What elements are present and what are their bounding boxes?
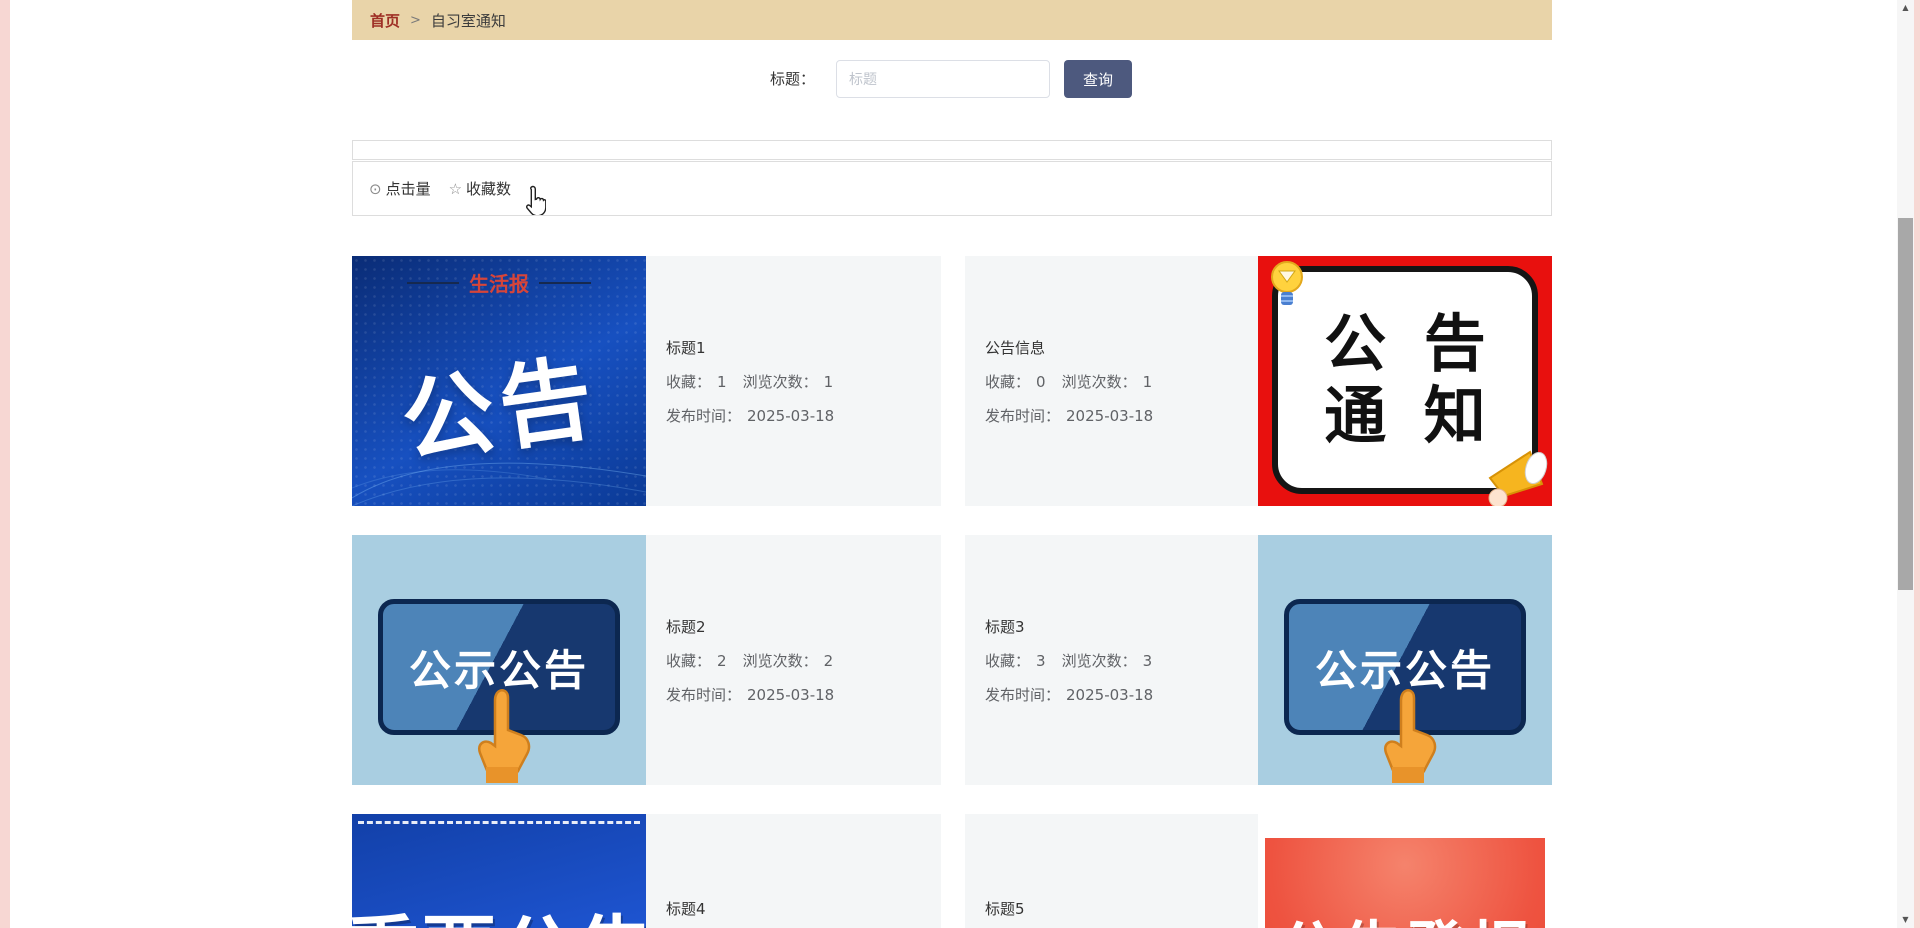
breadcrumb: 首页 > 自习室通知 bbox=[352, 0, 1552, 40]
card-stats: 收藏： 0 浏览次数： 1 bbox=[985, 372, 1153, 391]
breadcrumb-separator: > bbox=[410, 12, 421, 28]
card-stats: 收藏： 2 浏览次数： 2 bbox=[666, 651, 834, 670]
card-text: 标题5 bbox=[965, 814, 1258, 928]
card-text: 标题3 收藏： 3 浏览次数： 3 发布时间： 2025-03-18 bbox=[965, 535, 1258, 785]
notice-image-gonggao-dengbao: 公告登报 bbox=[1258, 814, 1552, 928]
notice-card[interactable]: 公示公告 标题2 收藏： 2 浏览次数： 2 发布时间： 2025-03-18 bbox=[352, 535, 941, 785]
card-title: 公告信息 bbox=[985, 338, 1046, 357]
sort-favs-label: 收藏数 bbox=[466, 180, 512, 198]
card-stats: 收藏： 1 浏览次数： 1 bbox=[666, 372, 834, 391]
empty-panel bbox=[352, 140, 1552, 160]
star-icon: ☆ bbox=[448, 179, 463, 198]
notice-card[interactable]: 重要公告 标题4 bbox=[352, 814, 941, 928]
breadcrumb-home-link[interactable]: 首页 bbox=[370, 10, 400, 31]
search-label: 标题： bbox=[770, 70, 816, 88]
notice-image-zhongyao-gonggao: 重要公告 bbox=[352, 814, 646, 928]
sort-by-hits[interactable]: ⊙ 点击量 bbox=[369, 178, 431, 199]
card-date: 发布时间： 2025-03-18 bbox=[666, 406, 835, 425]
card-date: 发布时间： 2025-03-18 bbox=[985, 685, 1154, 704]
scrollbar[interactable]: ▲ ▼ bbox=[1897, 0, 1914, 928]
scroll-up-arrow-icon[interactable]: ▲ bbox=[1897, 0, 1914, 16]
card-title: 标题3 bbox=[985, 617, 1025, 636]
notice-image-gonggao-blue: 生活报 公告 bbox=[352, 256, 646, 506]
pointing-hand-icon bbox=[478, 689, 531, 783]
poster-headline: 重要公告 bbox=[352, 890, 646, 928]
notice-card[interactable]: 生活报 公告 标题1 收藏： 1 浏览次数： 1 发布时间： 2025-03-18 bbox=[352, 256, 941, 506]
scrollbar-thumb[interactable] bbox=[1898, 218, 1913, 590]
card-text: 标题4 bbox=[646, 814, 941, 928]
poster-headline: 公告登报 bbox=[1277, 900, 1533, 928]
search-button[interactable]: 查询 bbox=[1064, 60, 1132, 98]
lightbulb-icon bbox=[1271, 261, 1303, 305]
card-stats: 收藏： 3 浏览次数： 3 bbox=[985, 651, 1153, 670]
card-date: 发布时间： 2025-03-18 bbox=[985, 406, 1154, 425]
card-text: 公告信息 收藏： 0 浏览次数： 1 发布时间： 2025-03-18 bbox=[965, 256, 1258, 506]
card-text: 标题1 收藏： 1 浏览次数： 1 发布时间： 2025-03-18 bbox=[646, 256, 941, 506]
page: 首页 > 自习室通知 标题： 查询 ⊙ 点击量 ☆ 收藏数 生活报 公告 bbox=[0, 0, 1920, 928]
poster-brand: 生活报 bbox=[352, 268, 646, 297]
sort-hits-label: 点击量 bbox=[385, 180, 431, 198]
clock-icon: ⊙ bbox=[369, 179, 382, 198]
notice-image-gonggao-tongzhi-red: 公 告 通 知 bbox=[1258, 256, 1552, 506]
notice-card[interactable]: 标题5 公告登报 bbox=[965, 814, 1552, 928]
breadcrumb-current: 自习室通知 bbox=[430, 11, 506, 30]
scroll-down-arrow-icon[interactable]: ▼ bbox=[1897, 912, 1914, 928]
notice-image-gongshi-gonggao: 公示公告 bbox=[1258, 535, 1552, 785]
page-edge-left bbox=[0, 0, 10, 928]
card-text: 标题2 收藏： 2 浏览次数： 2 发布时间： 2025-03-18 bbox=[646, 535, 941, 785]
card-title: 标题1 bbox=[666, 338, 706, 357]
notice-card[interactable]: 公告信息 收藏： 0 浏览次数： 1 发布时间： 2025-03-18 公 告 通 知 bbox=[965, 256, 1552, 506]
sort-by-favs[interactable]: ☆ 收藏数 bbox=[449, 178, 511, 199]
card-title: 标题4 bbox=[666, 899, 706, 918]
notice-card[interactable]: 标题3 收藏： 3 浏览次数： 3 发布时间： 2025-03-18 公示公告 bbox=[965, 535, 1552, 785]
pointing-hand-icon bbox=[1384, 689, 1437, 783]
search-input[interactable] bbox=[836, 60, 1050, 98]
poster-red-panel: 公告登报 bbox=[1265, 838, 1545, 928]
page-edge-right bbox=[1914, 0, 1920, 928]
mouse-cursor-hand-icon bbox=[526, 185, 546, 215]
notice-image-gongshi-gonggao: 公示公告 bbox=[352, 535, 646, 785]
card-title: 标题5 bbox=[985, 899, 1025, 918]
card-title: 标题2 bbox=[666, 617, 706, 636]
megaphone-icon bbox=[1488, 450, 1548, 506]
card-date: 发布时间： 2025-03-18 bbox=[666, 685, 835, 704]
